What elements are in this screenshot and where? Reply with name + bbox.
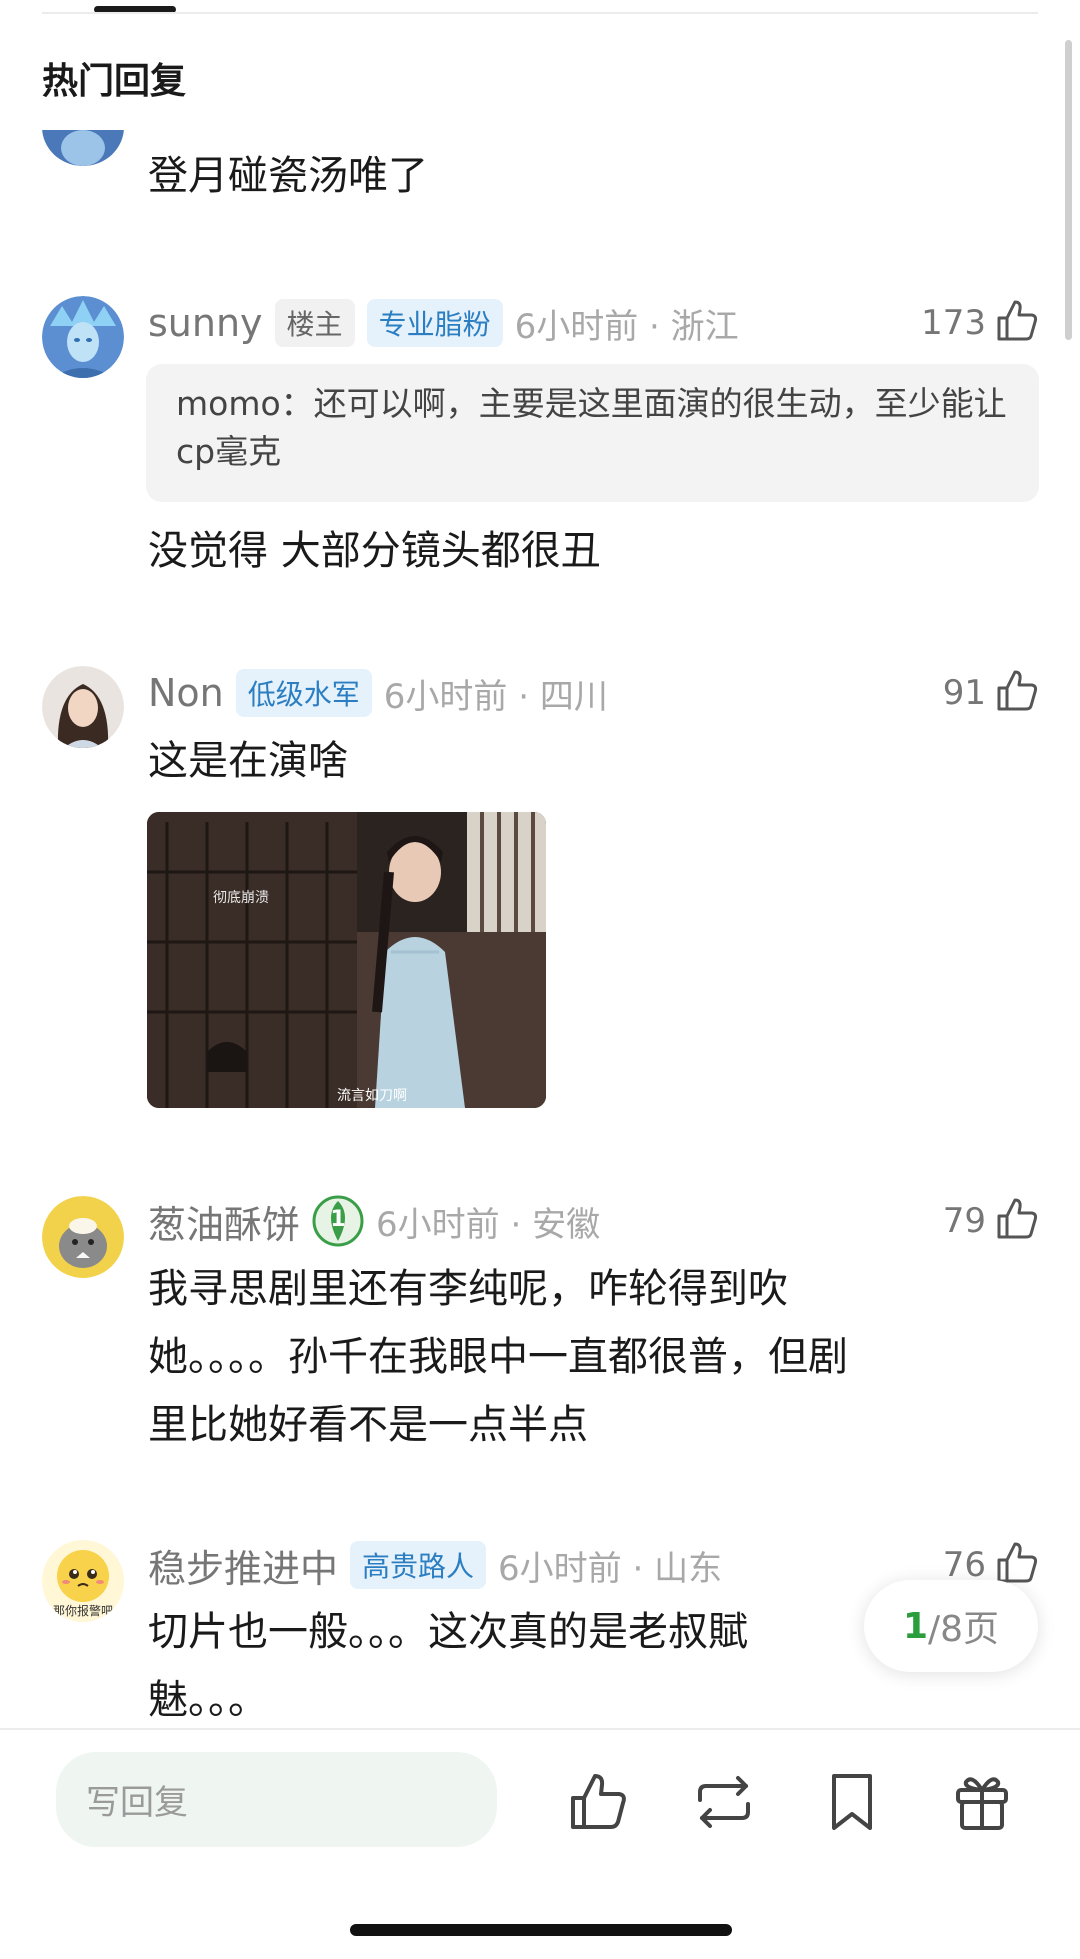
image-caption: 流言如刀啊 <box>337 1088 407 1104</box>
comment-text: 我寻思剧里还有李纯呢，咋轮得到吹 她。。。。孙千在我眼中一直都很普，但剧 里比她… <box>148 1255 1028 1459</box>
username[interactable]: sunny <box>148 301 263 345</box>
fan-badge[interactable]: 专业脂粉 <box>366 299 503 347</box>
avatar[interactable] <box>42 1196 124 1278</box>
home-indicator[interactable] <box>350 1924 732 1936</box>
scrollbar[interactable] <box>1065 40 1072 340</box>
like-count: 79 <box>942 1201 986 1241</box>
like-button[interactable]: 173 <box>921 298 1040 348</box>
comment-text: 这是在演啥 <box>148 738 348 784</box>
page-current: 1 <box>902 1605 928 1647</box>
comment-text-line: 魅。。。 <box>148 1677 268 1723</box>
quoted-reply[interactable]: momo：还可以啊，主要是这里面演的很生动，至少能让cp毫克 <box>146 364 1039 502</box>
like-button[interactable]: 91 <box>943 668 1040 718</box>
comment-text-line: 我寻思剧里还有李纯呢，咋轮得到吹 <box>148 1266 788 1312</box>
comment-meta: 葱油酥饼 1 6小时前 · 安徽 <box>148 1194 601 1249</box>
image-caption: 彻底崩溃 <box>213 890 269 906</box>
like-icon <box>994 668 1040 718</box>
repost-icon[interactable] <box>692 1770 756 1834</box>
like-button[interactable]: 79 <box>943 1196 1040 1246</box>
avatar[interactable] <box>42 666 124 748</box>
avatar-caption: 那你报警吧 <box>52 1604 113 1618</box>
bookmark-icon[interactable] <box>820 1770 884 1834</box>
comment-text-line: 里比她好看不是一点半点 <box>148 1402 588 1448</box>
time-location: 6小时前 · 山东 <box>498 1548 723 1589</box>
fan-badge[interactable]: 低级水军 <box>235 669 372 717</box>
username[interactable]: 稳步推进中 <box>148 1538 338 1593</box>
like-count: 173 <box>921 303 986 343</box>
comment-text-line: 她。。。。孙千在我眼中一直都很普，但剧 <box>148 1334 848 1380</box>
time-location: 6小时前 · 四川 <box>383 676 608 717</box>
like-count: 91 <box>942 673 986 713</box>
like-icon <box>994 1196 1040 1246</box>
comment-meta: 稳步推进中 高贵路人 6小时前 · 山东 <box>148 1538 723 1593</box>
like-icon <box>994 298 1040 348</box>
fan-badge[interactable]: 高贵路人 <box>350 1541 487 1589</box>
level-number: 1 <box>330 1207 346 1232</box>
level-badge-icon: 1 <box>312 1195 364 1247</box>
comment-image[interactable]: 彻底崩溃 流言如刀啊 <box>147 812 546 1108</box>
page-total: /8页 <box>928 1609 1000 1650</box>
time-location: 6小时前 · 安徽 <box>376 1204 601 1245</box>
avatar[interactable] <box>42 296 124 378</box>
comment-text: 登月碰瓷汤唯了 <box>148 153 428 199</box>
avatar[interactable]: 那你报警吧 <box>42 1540 124 1622</box>
username[interactable]: Non <box>148 671 224 715</box>
comment-meta: sunny 楼主 专业脂粉 6小时前 · 浙江 <box>148 298 739 348</box>
like-icon[interactable] <box>566 1770 630 1834</box>
time-location: 6小时前 · 浙江 <box>514 306 739 347</box>
divider <box>42 12 1038 14</box>
reply-input[interactable]: 写回复 <box>56 1752 497 1847</box>
page-indicator[interactable]: 1 /8页 <box>864 1580 1038 1672</box>
comment-meta: Non 低级水军 6小时前 · 四川 <box>148 668 608 718</box>
like-count: 76 <box>942 1545 986 1585</box>
gift-icon[interactable] <box>950 1770 1014 1834</box>
section-title: 热门回复 <box>42 61 187 102</box>
owner-badge: 楼主 <box>274 299 355 347</box>
username[interactable]: 葱油酥饼 <box>148 1194 300 1249</box>
comment-text: 没觉得 大部分镜头都很丑 <box>148 528 601 574</box>
